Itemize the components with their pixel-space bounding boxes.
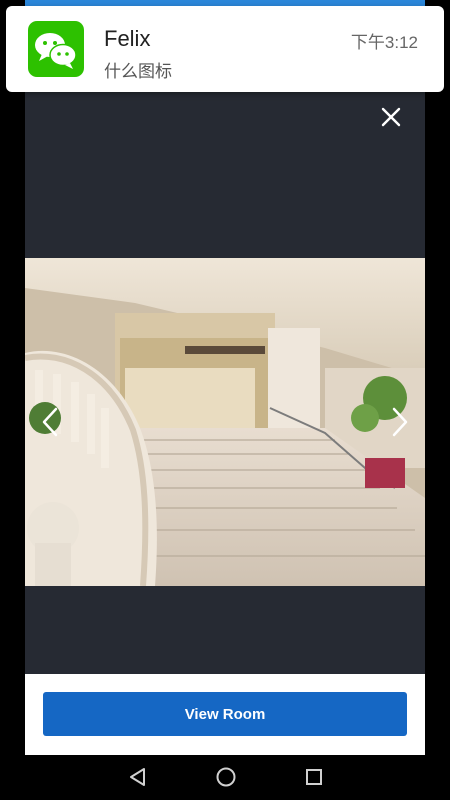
back-triangle-icon[interactable] <box>126 765 150 789</box>
chevron-left-icon[interactable] <box>38 405 64 439</box>
wechat-notification[interactable]: Felix 什么图标 下午3:12 <box>6 6 444 92</box>
notification-message: 什么图标 <box>104 62 172 81</box>
notification-sender: Felix <box>104 26 151 51</box>
wechat-icon <box>28 21 84 77</box>
bottom-action-bar: View Room <box>25 674 425 755</box>
chevron-right-icon[interactable] <box>386 405 412 439</box>
system-navigation-bar <box>0 755 450 800</box>
view-room-button[interactable]: View Room <box>43 692 407 736</box>
hotel-lobby-photo <box>25 258 425 586</box>
close-icon[interactable] <box>378 104 404 130</box>
notification-time: 下午3:12 <box>350 33 418 52</box>
recents-square-icon[interactable] <box>302 765 326 789</box>
home-circle-icon[interactable] <box>214 765 238 789</box>
